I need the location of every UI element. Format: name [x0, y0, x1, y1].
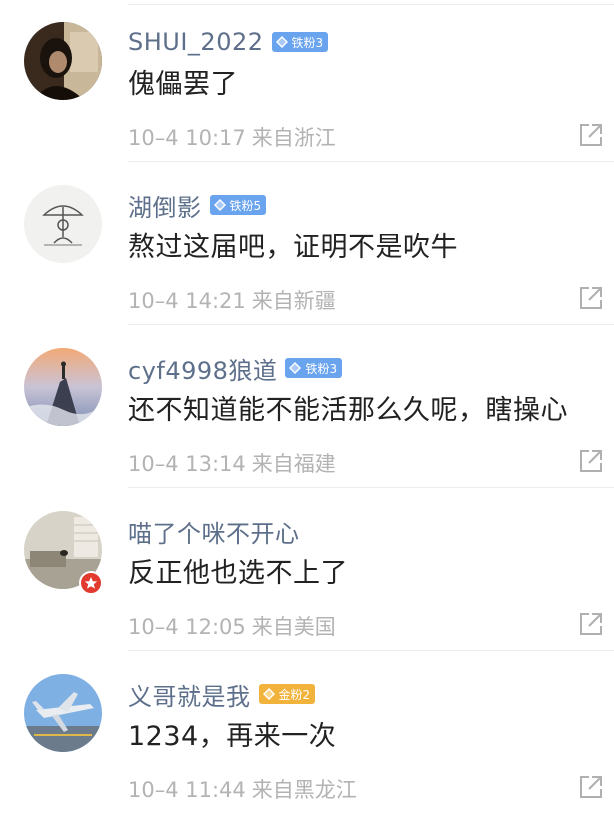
username[interactable]: 义哥就是我 [128, 677, 251, 712]
comment-meta: 10–4 12:05 来自美国 [128, 611, 336, 641]
avatar[interactable] [24, 348, 102, 426]
fan-level-badge: 铁粉5 [209, 195, 267, 215]
comment-time: 10–4 12:05 [128, 615, 246, 639]
sketch-umbrella-avatar [24, 185, 102, 263]
comment-meta: 10–4 13:14 来自福建 [128, 448, 336, 478]
share-icon [580, 776, 602, 798]
comment-item[interactable]: cyf4998狼道 铁粉3 还不知道能不能活那么久呢，瞎操心 10–4 13:1… [0, 326, 614, 488]
comment-time: 10–4 13:14 [128, 452, 246, 476]
divider [128, 650, 614, 651]
diamond-icon [262, 688, 275, 700]
share-icon [580, 613, 602, 635]
username[interactable]: 喵了个咪不开心 [128, 514, 300, 549]
share-button[interactable] [578, 611, 604, 637]
username[interactable]: cyf4998狼道 [128, 351, 277, 386]
comment-text: 还不知道能不能活那么久呢，瞎操心 [128, 395, 568, 426]
comment-meta: 10–4 10:17 来自浙江 [128, 122, 336, 152]
comment-text: 反正他也选不上了 [128, 558, 348, 589]
share-button[interactable] [578, 774, 604, 800]
fan-level-badge: 铁粉3 [271, 32, 329, 52]
verified-badge [79, 571, 103, 595]
comment-location: 来自新疆 [251, 289, 336, 313]
comment-time: 10–4 10:17 [128, 126, 246, 150]
comment-text: 熬过这届吧，证明不是吹牛 [128, 232, 458, 263]
share-button[interactable] [578, 448, 604, 474]
comment-location: 来自黑龙江 [251, 778, 357, 802]
comment-time: 10–4 11:44 [128, 778, 246, 802]
comment-list: SHUI_2022 铁粉3 傀儡罢了 10–4 10:17 来自浙江 湖倒影 铁… [0, 0, 614, 802]
fan-badge-label: 金粉2 [278, 687, 311, 702]
comment-meta: 10–4 14:21 来自新疆 [128, 285, 336, 315]
comment-time: 10–4 14:21 [128, 289, 246, 313]
fan-level-badge: 铁粉3 [285, 358, 343, 378]
comment-item[interactable]: SHUI_2022 铁粉3 傀儡罢了 10–4 10:17 来自浙江 [0, 0, 614, 162]
share-button[interactable] [578, 285, 604, 311]
comment-item[interactable]: 喵了个咪不开心 反正他也选不上了 10–4 12:05 来自美国 [0, 489, 614, 651]
share-icon [580, 450, 602, 472]
avatar[interactable] [24, 22, 102, 100]
star-icon [84, 577, 98, 589]
fan-badge-label: 铁粉5 [229, 198, 262, 213]
avatar[interactable] [24, 185, 102, 263]
fan-badge-label: 铁粉3 [291, 35, 324, 50]
comment-text: 傀儡罢了 [128, 69, 238, 100]
diamond-icon [275, 36, 288, 48]
comment-location: 来自美国 [251, 615, 336, 639]
share-icon [580, 124, 602, 146]
fan-level-badge: 金粉2 [258, 684, 316, 704]
comment-location: 来自福建 [251, 452, 336, 476]
divider [128, 487, 614, 488]
username[interactable]: 湖倒影 [128, 188, 202, 223]
comment-text: 1234，再来一次 [128, 721, 337, 752]
share-icon [580, 287, 602, 309]
mountain-peak-avatar [24, 348, 102, 426]
diamond-icon [289, 362, 302, 374]
divider [128, 324, 614, 325]
share-button[interactable] [578, 122, 604, 148]
comment-item[interactable]: 义哥就是我 金粉2 1234，再来一次 10–4 11:44 来自黑龙江 [0, 652, 614, 814]
comment-location: 来自浙江 [251, 126, 336, 150]
avatar[interactable] [24, 674, 102, 752]
dark-portrait-avatar [24, 22, 102, 100]
username[interactable]: SHUI_2022 [128, 28, 264, 56]
fan-badge-label: 铁粉3 [305, 361, 338, 376]
fighter-jet-avatar [24, 674, 102, 752]
diamond-icon [213, 199, 226, 211]
divider [128, 161, 614, 162]
comment-item[interactable]: 湖倒影 铁粉5 熬过这届吧，证明不是吹牛 10–4 14:21 来自新疆 [0, 163, 614, 325]
